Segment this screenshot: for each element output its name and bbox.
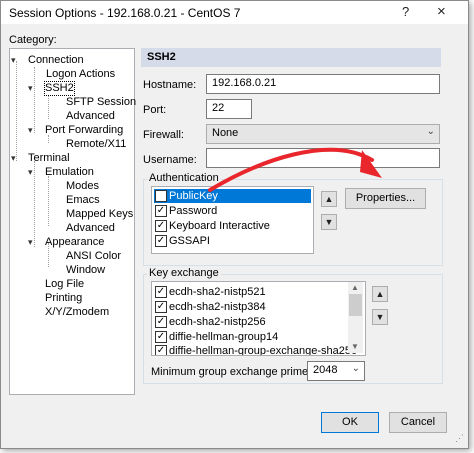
annotation-arrow — [208, 147, 382, 192]
annotation-arrow-line — [208, 147, 374, 192]
annotation-arrow-head — [360, 150, 382, 178]
